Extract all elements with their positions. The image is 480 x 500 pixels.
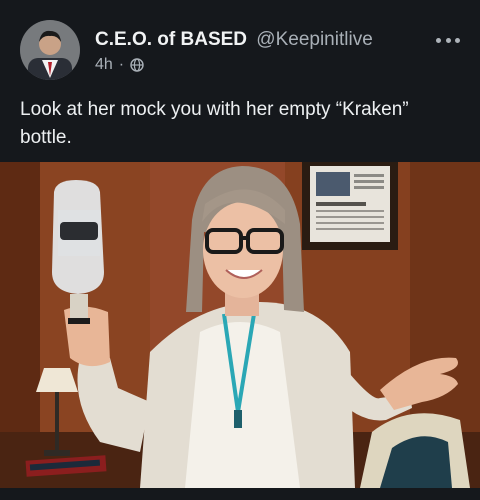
- post-text: Look at her mock you with her empty “Kra…: [20, 99, 409, 148]
- timestamp[interactable]: 4h: [95, 56, 113, 74]
- post-image[interactable]: [0, 162, 480, 488]
- more-options-icon[interactable]: [436, 32, 460, 48]
- separator: ·: [118, 56, 125, 73]
- post-meta: 4h ·: [95, 56, 144, 74]
- user-handle[interactable]: @Keepinitlive: [256, 29, 372, 50]
- post-author: C.E.O. of BASED @Keepinitlive: [95, 29, 373, 51]
- globe-icon: [130, 58, 144, 72]
- framed-newspaper: [302, 162, 398, 250]
- post-card: C.E.O. of BASED @Keepinitlive 4h · Look …: [0, 0, 480, 500]
- avatar[interactable]: [20, 20, 80, 80]
- display-name[interactable]: C.E.O. of BASED: [95, 29, 247, 50]
